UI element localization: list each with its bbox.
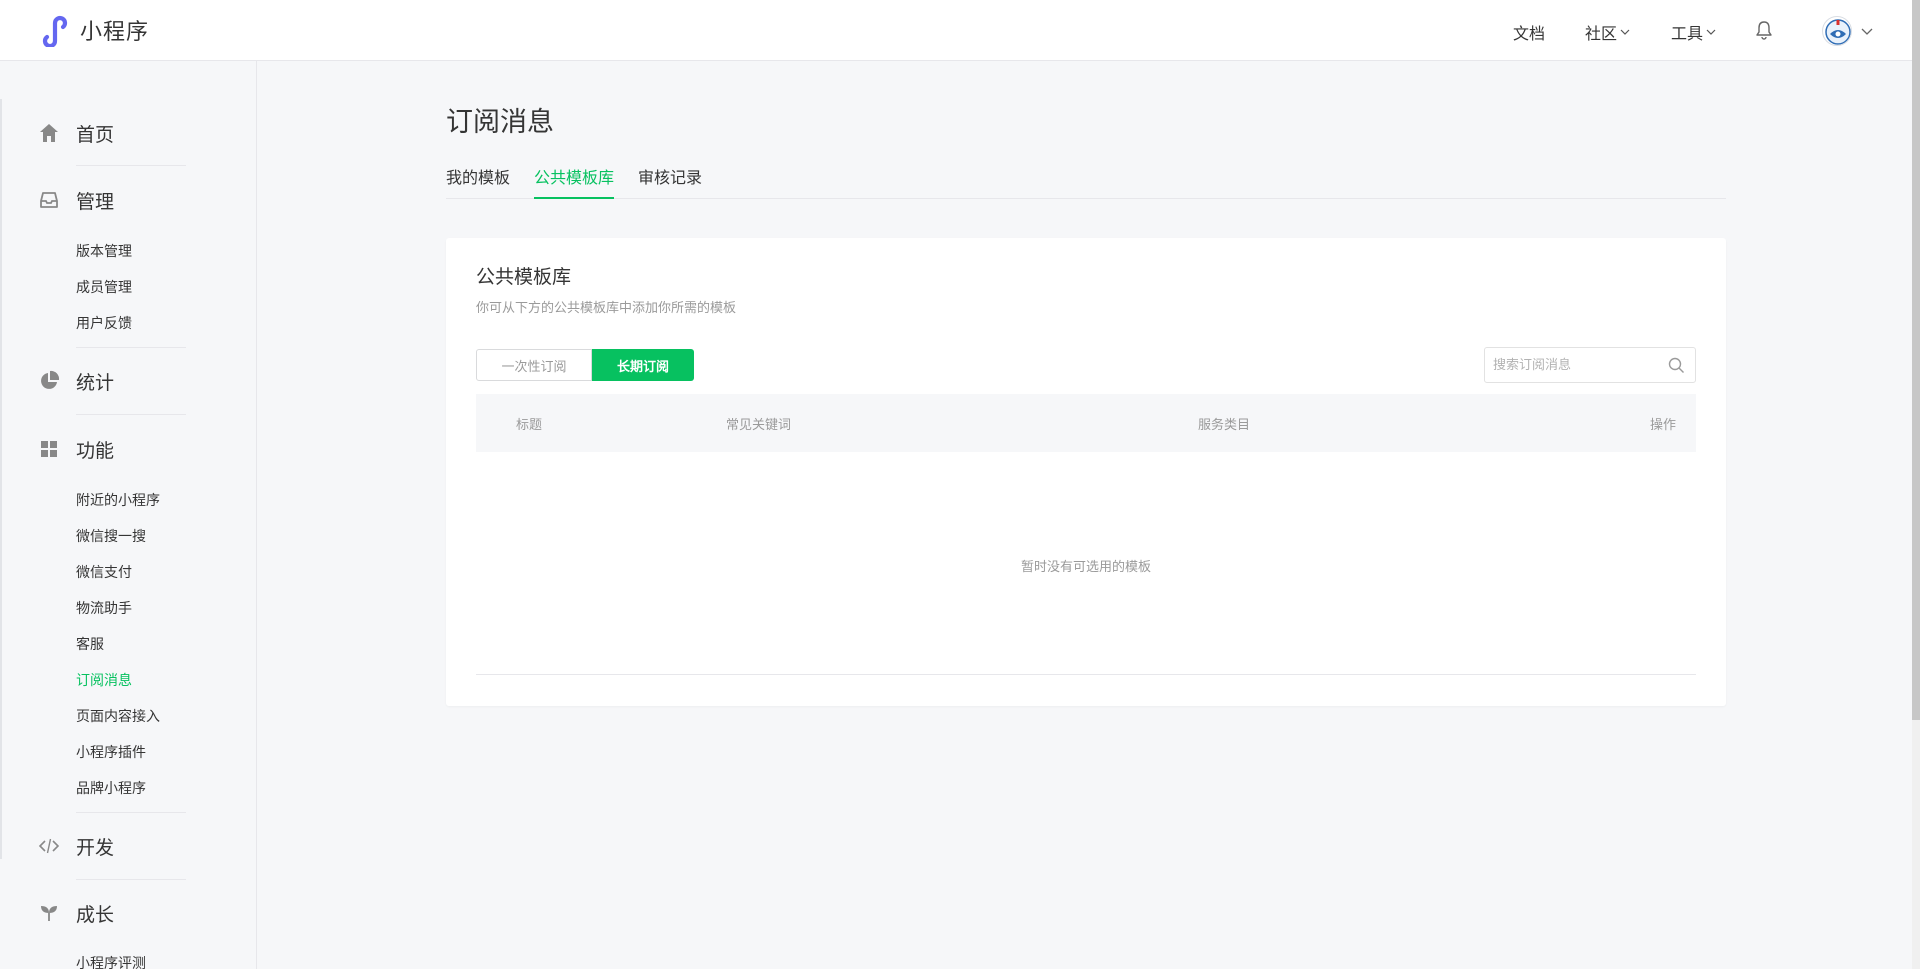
bell-icon[interactable]: [1753, 19, 1775, 41]
sprout-icon: [41, 906, 57, 921]
sidebar-item-logistics[interactable]: 物流助手: [76, 598, 132, 618]
tab-review-records[interactable]: 审核记录: [638, 164, 702, 199]
search-icon[interactable]: [1668, 357, 1685, 374]
column-keywords: 常见关键词: [726, 418, 792, 433]
sidebar-item-plugins[interactable]: 小程序插件: [76, 742, 146, 762]
nav-tools[interactable]: 工具: [1671, 20, 1717, 44]
sidebar-item-customer-service[interactable]: 客服: [76, 634, 104, 654]
chevron-down-icon: [1620, 29, 1630, 35]
card-title: 公共模板库: [476, 266, 572, 288]
sidebar-divider: [76, 165, 186, 166]
subscription-type-toggle: 一次性订阅 长期订阅: [476, 349, 694, 381]
sidebar-accent-line: [0, 99, 2, 859]
card-description: 你可从下方的公共模板库中添加你所需的模板: [476, 301, 737, 316]
sidebar-item-home-label: 首页: [76, 123, 115, 146]
sidebar-divider: [76, 879, 186, 880]
nav-docs-label: 文档: [1512, 24, 1545, 43]
scrollbar-track[interactable]: [1912, 0, 1920, 969]
tab-public-library[interactable]: 公共模板库: [534, 164, 615, 199]
sidebar-item-develop[interactable]: 开发: [38, 832, 114, 860]
home-icon: [40, 124, 58, 142]
sidebar-item-user-feedback[interactable]: 用户反馈: [76, 313, 132, 333]
pie-chart-icon: [41, 370, 60, 389]
inbox-icon: [40, 192, 58, 208]
sidebar-item-member-manage[interactable]: 成员管理: [76, 277, 132, 297]
nav-community-label: 社区: [1584, 24, 1617, 43]
column-title: 标题: [516, 418, 543, 433]
nav-docs[interactable]: 文档: [1513, 20, 1545, 44]
sidebar-divider: [76, 347, 186, 348]
sidebar-item-brand[interactable]: 品牌小程序: [76, 778, 146, 798]
miniprogram-logo-icon: [42, 15, 68, 47]
sidebar-item-evaluation[interactable]: 小程序评测: [76, 953, 146, 969]
sidebar-item-home[interactable]: 首页: [38, 119, 114, 147]
sidebar: 首页 管理 版本管理 成员管理 用户反馈 统计 功能 附近的小程序 微信搜一搜 …: [0, 61, 257, 969]
sidebar-item-features-label: 功能: [76, 439, 115, 462]
sidebar-item-growth[interactable]: 成长: [38, 899, 114, 927]
chevron-down-icon[interactable]: [1860, 24, 1874, 38]
one-time-subscription-button[interactable]: 一次性订阅: [476, 349, 592, 381]
avatar[interactable]: [1822, 16, 1852, 46]
brand-name: 小程序: [80, 20, 150, 45]
chevron-down-icon: [1706, 29, 1716, 35]
tab-my-templates[interactable]: 我的模板: [446, 164, 510, 199]
long-term-subscription-button[interactable]: 长期订阅: [592, 349, 694, 381]
top-bar: 小程序 文档 社区 工具: [0, 0, 1920, 61]
brand[interactable]: 小程序: [38, 13, 149, 47]
sidebar-item-features[interactable]: 功能: [38, 435, 114, 463]
nav-community[interactable]: 社区: [1585, 20, 1631, 44]
search-box: [1484, 347, 1696, 383]
empty-state-text: 暂时没有可选用的模板: [1020, 560, 1151, 575]
public-library-card: 公共模板库 你可从下方的公共模板库中添加你所需的模板 一次性订阅 长期订阅 标题…: [446, 238, 1726, 706]
sidebar-item-stats-label: 统计: [76, 371, 115, 394]
avatar-image-icon: [1825, 19, 1851, 45]
sidebar-item-version-manage[interactable]: 版本管理: [76, 241, 132, 261]
search-input[interactable]: [1493, 348, 1663, 382]
sidebar-divider: [76, 414, 186, 415]
column-actions: 操作: [1649, 418, 1676, 433]
sidebar-divider: [76, 812, 186, 813]
code-icon: [38, 838, 60, 854]
tab-bar: 我的模板 公共模板库 审核记录: [446, 164, 1726, 199]
scrollbar-thumb[interactable]: [1912, 0, 1920, 720]
grid-icon: [41, 441, 57, 457]
nav-tools-label: 工具: [1670, 24, 1703, 43]
page-title: 订阅消息: [446, 107, 554, 138]
sidebar-item-nearby[interactable]: 附近的小程序: [76, 490, 160, 510]
sidebar-item-wechat-pay[interactable]: 微信支付: [76, 562, 132, 582]
table-bottom-divider: [476, 674, 1696, 675]
sidebar-item-page-content[interactable]: 页面内容接入: [76, 706, 160, 726]
sidebar-item-stats[interactable]: 统计: [38, 367, 114, 395]
sidebar-item-develop-label: 开发: [76, 836, 115, 859]
sidebar-item-manage[interactable]: 管理: [38, 186, 114, 214]
sidebar-item-subscribe-message[interactable]: 订阅消息: [76, 670, 132, 690]
sidebar-item-wechat-search[interactable]: 微信搜一搜: [76, 526, 146, 546]
table-header: 标题 常见关键词 服务类目 操作: [476, 394, 1696, 452]
sidebar-item-manage-label: 管理: [76, 190, 115, 213]
sidebar-item-growth-label: 成长: [76, 903, 115, 926]
column-category: 服务类目: [1198, 418, 1251, 433]
